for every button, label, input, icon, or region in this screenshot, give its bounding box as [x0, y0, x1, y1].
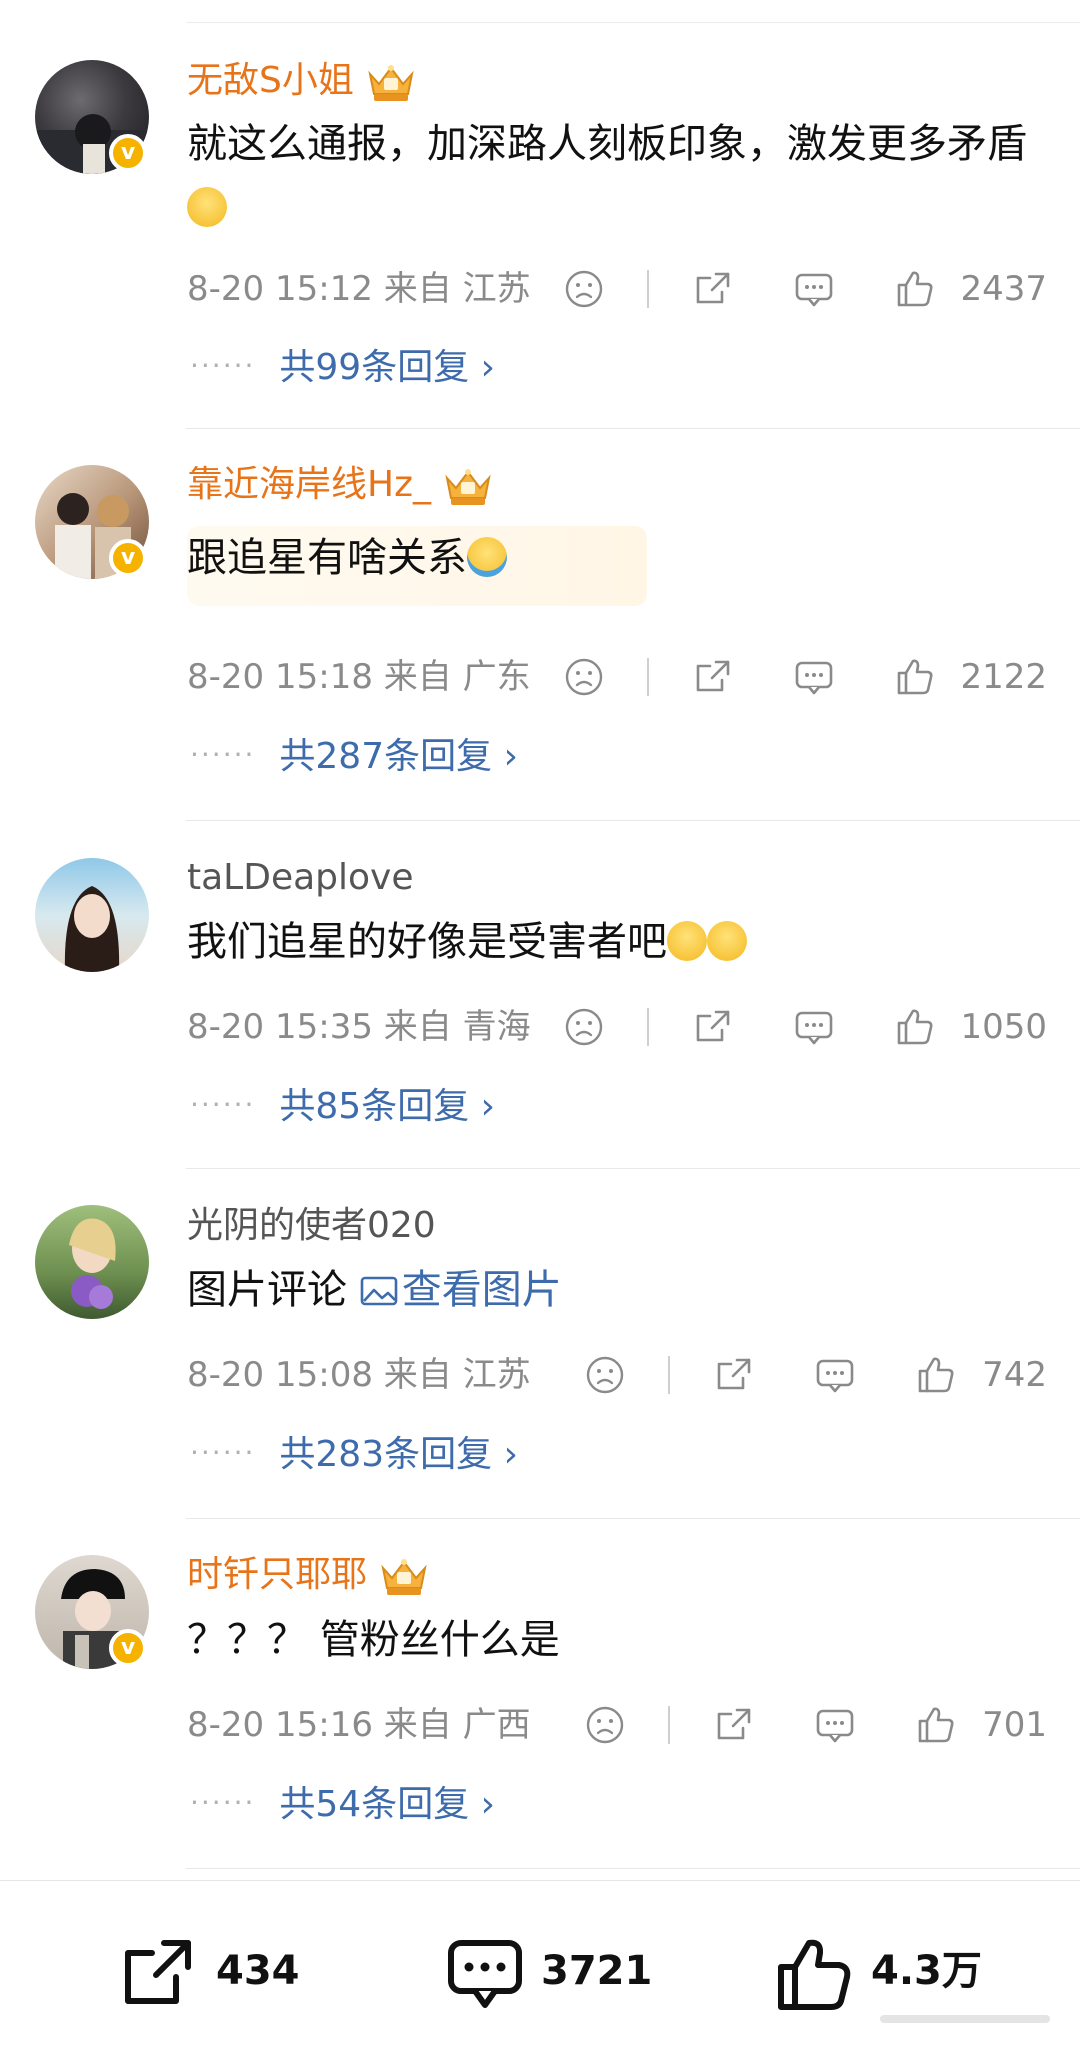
share-icon [125, 1940, 191, 2004]
comment-text: 我们追星的好像是受害者吧 [187, 910, 1057, 974]
share-icon[interactable] [713, 1354, 755, 1396]
divider [647, 270, 649, 308]
like-count: 742 [982, 1355, 1047, 1395]
like-icon[interactable] [894, 1006, 936, 1048]
like-icon[interactable] [894, 656, 936, 698]
view-replies-link[interactable]: ······ 共283条回复 › [190, 1430, 518, 1476]
username[interactable]: 无敌S小姐 [187, 58, 418, 104]
view-replies-link[interactable]: ······ 共99条回复 › [190, 343, 495, 389]
vip-crown-icon [377, 1554, 431, 1598]
comment-icon[interactable] [814, 1354, 856, 1396]
like-button[interactable]: 4.3万 [775, 1931, 995, 2011]
divider [647, 658, 649, 696]
view-replies-link[interactable]: ······ 共85条回复 › [190, 1082, 495, 1128]
like-icon[interactable] [915, 1354, 957, 1396]
comment-text: 跟追星有啥关系 [187, 526, 647, 606]
comment-text: 就这么通报，加深路人刻板印象，激发更多矛盾 [187, 112, 1057, 240]
dislike-face-icon[interactable] [564, 269, 604, 309]
tears-of-joy-emoji-icon [467, 537, 507, 577]
dislike-face-icon[interactable] [585, 1355, 625, 1395]
comment-icon[interactable] [793, 656, 835, 698]
avatar[interactable]: v [35, 1555, 149, 1669]
dislike-face-icon[interactable] [564, 1007, 604, 1047]
sweat-emoji-icon [667, 921, 707, 961]
like-count: 4.3万 [871, 1948, 982, 1994]
comment-time-location: 8-20 15:35 来自 青海 [187, 1007, 531, 1047]
comment-meta: 8-20 15:18 来自 广东 2122 [187, 654, 1047, 700]
comment-time-location: 8-20 15:16 来自 广西 [187, 1705, 531, 1745]
dots-icon: ······ [190, 738, 256, 771]
dots-icon: ······ [190, 349, 256, 382]
vip-crown-icon [441, 464, 495, 508]
like-count: 2122 [960, 657, 1047, 697]
avatar[interactable]: v [35, 60, 149, 174]
verified-badge-icon: v [109, 134, 147, 172]
username[interactable]: 靠近海岸线Hz_ [187, 462, 495, 508]
dots-icon: ······ [190, 1436, 256, 1469]
like-icon[interactable] [894, 268, 936, 310]
comment-count: 3721 [541, 1948, 653, 1994]
divider [647, 1008, 649, 1046]
comment-time-location: 8-20 15:18 来自 广东 [187, 657, 531, 697]
share-icon[interactable] [713, 1704, 755, 1746]
verified-badge-icon: v [109, 1629, 147, 1667]
share-icon[interactable] [692, 268, 734, 310]
repost-button[interactable]: 434 [120, 1931, 320, 2011]
view-replies-link[interactable]: ······ 共287条回复 › [190, 732, 518, 778]
like-count: 2437 [960, 269, 1047, 309]
comment-time-location: 8-20 15:12 来自 江苏 [187, 269, 531, 309]
comment-text: ？？？ 管粉丝什么是 [187, 1617, 560, 1663]
sweat-emoji-icon [707, 921, 747, 961]
comment-icon[interactable] [793, 1006, 835, 1048]
comment-meta: 8-20 15:12 来自 江苏 2437 [187, 266, 1047, 312]
avatar[interactable] [35, 858, 149, 972]
avatar[interactable]: v [35, 465, 149, 579]
comment-item: taLDeaplove 我们追星的好像是受害者吧 8-20 15:35 来自 青… [0, 820, 1080, 1210]
comment-item: 光阴的使者020 图片评论 查看图片 8-20 15:08 来自 江苏 742 … [0, 1168, 1080, 1558]
share-icon[interactable] [692, 656, 734, 698]
comment-item: v 时钎只耶耶 ？？？ 管粉丝什么是 8-20 15:16 来自 广西 701 … [0, 1518, 1080, 1908]
home-indicator [880, 2015, 1050, 2023]
comment-meta: 8-20 15:16 来自 广西 701 [187, 1702, 1047, 1748]
comment-item: v 靠近海岸线Hz_ 跟追星有啥关系 8-20 15:18 来自 广东 2122… [0, 410, 1080, 800]
view-image-link[interactable]: 查看图片 [360, 1267, 562, 1313]
username[interactable]: 光阴的使者020 [187, 1203, 436, 1249]
avatar[interactable] [35, 1205, 149, 1319]
divider [668, 1706, 670, 1744]
slightly-smiling-emoji-icon [187, 187, 227, 227]
image-icon [360, 1276, 398, 1306]
dislike-face-icon[interactable] [585, 1705, 625, 1745]
comment-meta: 8-20 15:08 来自 江苏 742 [187, 1352, 1047, 1398]
share-icon[interactable] [692, 1006, 734, 1048]
username[interactable]: taLDeaplove [187, 855, 414, 901]
verified-badge-icon: v [109, 539, 147, 577]
comment-icon [448, 1940, 522, 2008]
like-icon[interactable] [915, 1704, 957, 1746]
username[interactable]: 时钎只耶耶 [187, 1552, 431, 1598]
comment-icon[interactable] [793, 268, 835, 310]
dots-icon: ······ [190, 1088, 256, 1121]
bottom-action-bar: 434 3721 4.3万 [0, 1880, 1080, 2051]
comment-time-location: 8-20 15:08 来自 江苏 [187, 1355, 531, 1395]
comment-item: v 无敌S小姐 就这么通报，加深路人刻板印象，激发更多矛盾 8-20 15:12… [0, 0, 1080, 390]
view-replies-link[interactable]: ······ 共54条回复 › [190, 1780, 495, 1826]
comment-button[interactable]: 3721 [445, 1931, 665, 2011]
vip-crown-icon [364, 60, 418, 104]
share-count: 434 [216, 1948, 300, 1994]
comment-meta: 8-20 15:35 来自 青海 1050 [187, 1004, 1047, 1050]
dislike-face-icon[interactable] [564, 657, 604, 697]
divider [186, 1868, 1080, 1869]
comment-text: 图片评论 查看图片 [187, 1267, 562, 1313]
divider [668, 1356, 670, 1394]
like-icon [778, 1939, 851, 2010]
dots-icon: ······ [190, 1786, 256, 1819]
like-count: 1050 [960, 1007, 1047, 1047]
like-count: 701 [982, 1705, 1047, 1745]
comment-icon[interactable] [814, 1704, 856, 1746]
